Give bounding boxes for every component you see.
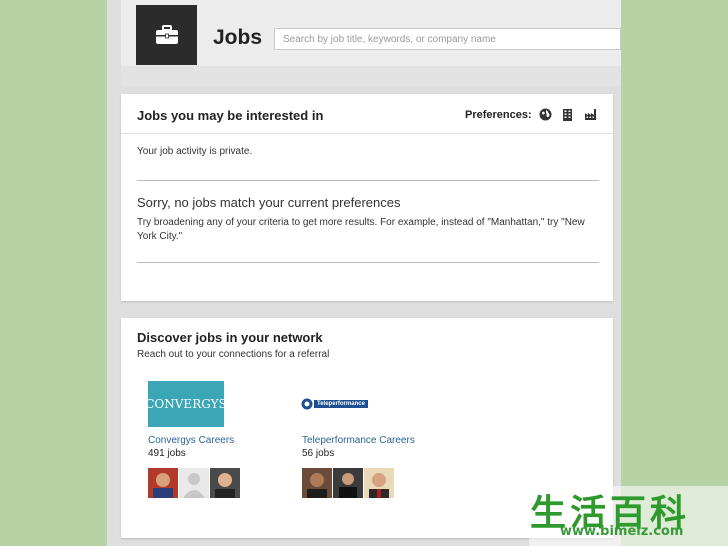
- briefcase-icon: [155, 25, 178, 44]
- building-icon[interactable]: [561, 108, 574, 121]
- teleperformance-logo[interactable]: Teleperformance: [301, 396, 381, 412]
- no-match-line-2: York City.": [137, 231, 183, 242]
- avatar[interactable]: [364, 468, 394, 498]
- jobs-header: Jobs: [121, 0, 621, 86]
- avatar[interactable]: [210, 468, 240, 498]
- convergys-logo-text: CONVERGYS: [145, 397, 227, 411]
- company-name-link[interactable]: Teleperformance Careers: [302, 435, 415, 446]
- jobs-page: Jobs Jobs you may be interested in Prefe…: [107, 0, 621, 546]
- avatar[interactable]: [333, 468, 363, 498]
- section-divider: [137, 180, 599, 181]
- job-search-input[interactable]: [274, 28, 621, 50]
- factory-icon[interactable]: [584, 108, 597, 121]
- avatar[interactable]: [148, 468, 178, 498]
- company-job-count: 491 jobs: [148, 448, 186, 459]
- section-divider: [137, 262, 599, 263]
- teleperformance-logo-text: Teleperformance: [314, 400, 368, 408]
- no-match-line-1: Try broadening any of your criteria to g…: [137, 217, 585, 228]
- privacy-text: Your job activity is private.: [137, 146, 253, 157]
- teleperformance-mark-icon: [301, 398, 313, 410]
- avatar[interactable]: [302, 468, 332, 498]
- company-job-count: 56 jobs: [302, 448, 335, 459]
- page-title: Jobs: [213, 26, 263, 49]
- convergys-logo[interactable]: CONVERGYS: [145, 381, 227, 427]
- jobs-logo-tile[interactable]: [136, 5, 197, 65]
- jobs-interested-card: Jobs you may be interested in Preference…: [121, 94, 613, 301]
- no-match-heading: Sorry, no jobs match your current prefer…: [137, 195, 401, 210]
- network-title: Discover jobs in your network: [137, 330, 323, 345]
- network-subtitle: Reach out to your connections for a refe…: [137, 349, 330, 360]
- card-divider: [121, 133, 613, 134]
- interested-title: Jobs you may be interested in: [137, 108, 324, 123]
- watermark-url: www.bimeiz.com: [560, 524, 684, 539]
- avatar[interactable]: [179, 468, 209, 498]
- company-name-link[interactable]: Convergys Careers: [148, 435, 234, 446]
- globe-icon[interactable]: [539, 108, 552, 121]
- preferences-label: Preferences:: [465, 109, 532, 121]
